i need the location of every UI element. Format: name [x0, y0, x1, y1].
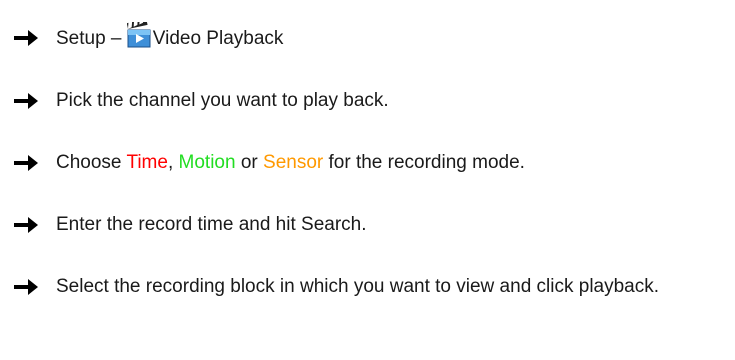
step-text: Pick the channel you want to play back.	[56, 90, 389, 111]
step-choose-mode: Choose Time, Motion or Sensor for the re…	[14, 147, 729, 179]
setup-label: Setup –	[56, 28, 127, 49]
step-pick-channel: Pick the channel you want to play back.	[14, 85, 729, 117]
right-arrow-icon	[14, 271, 40, 303]
step-setup: Setup – Video Playback	[14, 15, 729, 55]
mode-sensor: Sensor	[263, 152, 324, 173]
step-text: Choose Time, Motion or Sensor for the re…	[56, 147, 729, 179]
choose-prefix: Choose	[56, 152, 127, 173]
video-playback-label: Video Playback	[152, 28, 284, 49]
right-arrow-icon	[14, 22, 40, 54]
mode-motion: Motion	[178, 152, 236, 173]
choose-suffix: for the recording mode.	[323, 152, 525, 173]
step-text: Enter the record time and hit Search.	[56, 214, 367, 235]
right-arrow-icon	[14, 85, 40, 117]
step-text: Setup – Video Playback	[56, 15, 729, 55]
instruction-list: Setup – Video Playback Pick the channel …	[14, 15, 729, 303]
step-enter-time: Enter the record time and hit Search.	[14, 209, 729, 241]
separator: ,	[167, 152, 179, 173]
step-text: Select the recording block in which you …	[56, 276, 660, 297]
separator: or	[235, 152, 264, 173]
right-arrow-icon	[14, 209, 40, 241]
right-arrow-icon	[14, 147, 40, 179]
mode-time: Time	[126, 152, 168, 173]
video-playback-icon	[126, 15, 151, 48]
step-select-block: Select the recording block in which you …	[14, 271, 729, 303]
